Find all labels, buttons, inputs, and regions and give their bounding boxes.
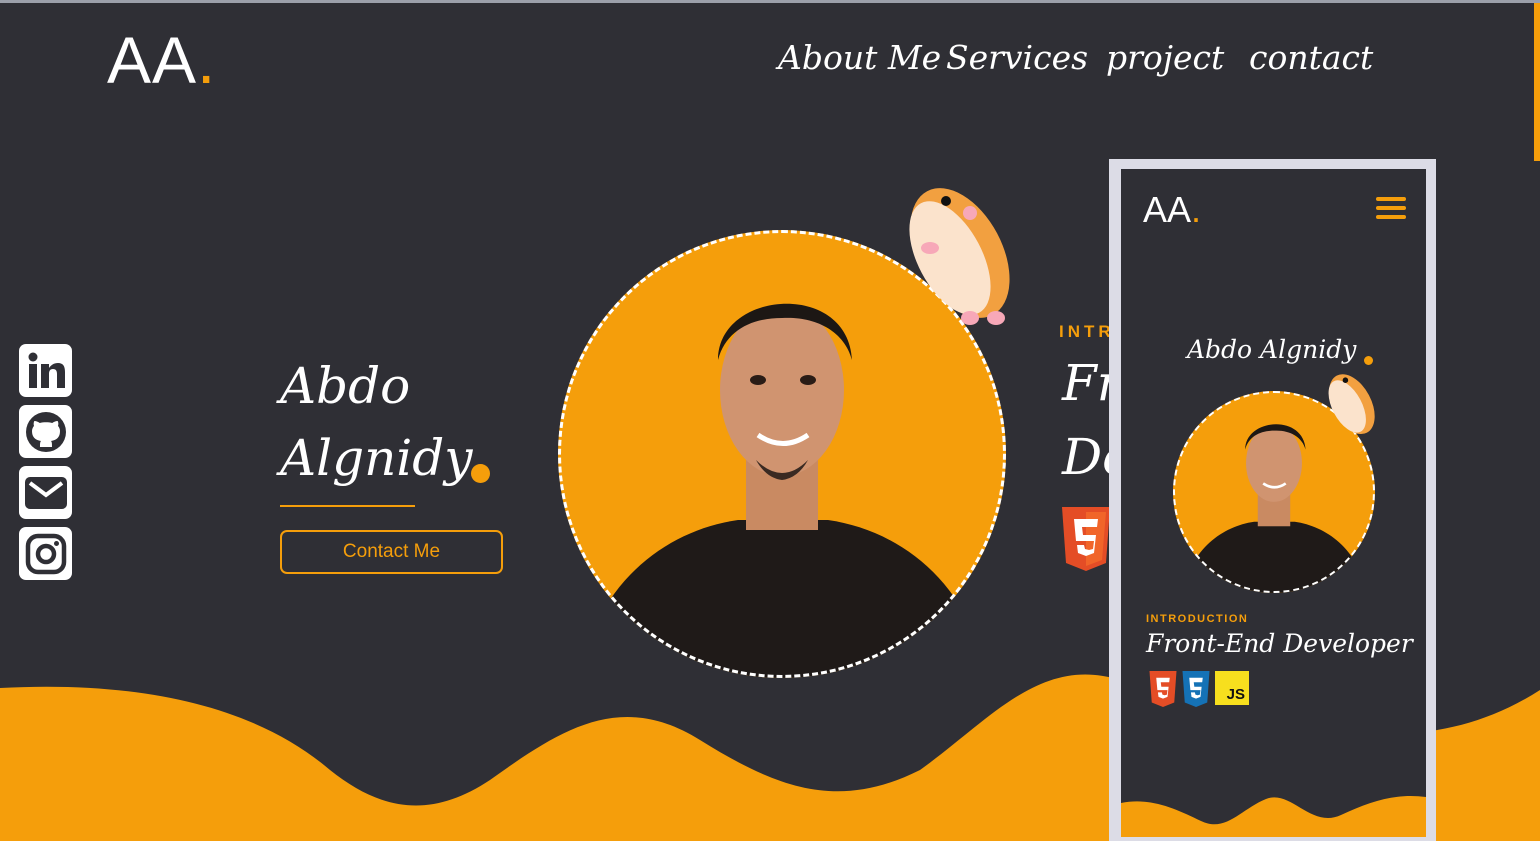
js-icon: JS [1215, 671, 1249, 705]
hero-last-name: Algnidy [280, 429, 473, 487]
social-links [19, 344, 73, 588]
nav-contact[interactable]: contact [1249, 38, 1373, 77]
window-top-border [0, 0, 1540, 3]
logo-text: AA [107, 23, 198, 97]
name-underline [280, 505, 415, 507]
mobile-preview-frame: AA. Abdo Algnidy INTRODUCTION Front-End … [1109, 159, 1436, 841]
intro-label: INTR [1059, 322, 1115, 341]
nav-project[interactable]: project [1106, 38, 1224, 77]
instagram-icon[interactable] [19, 527, 72, 580]
mobile-screen: AA. Abdo Algnidy INTRODUCTION Front-End … [1121, 169, 1426, 837]
hamster-illustration [909, 188, 1010, 325]
css3-icon [1182, 671, 1210, 707]
html5-icon [1062, 507, 1110, 571]
mobile-intro-title: Front-End Developer [1146, 629, 1413, 658]
logo-dot: . [197, 23, 217, 97]
mobile-hamster-illustration [1328, 374, 1375, 435]
mobile-name: Abdo Algnidy [1187, 335, 1357, 364]
linkedin-icon[interactable] [19, 344, 72, 397]
contact-me-button[interactable]: Contact Me [280, 530, 503, 574]
mail-icon[interactable] [19, 466, 72, 519]
nav-about-me[interactable]: About Me [778, 38, 941, 77]
html5-icon [1149, 671, 1177, 707]
mobile-logo-dot: . [1191, 189, 1202, 230]
github-icon[interactable] [19, 405, 72, 458]
mobile-logo[interactable]: AA. [1143, 189, 1201, 231]
name-accent-dot [471, 464, 490, 483]
hero-name: Abdo Algnidy [280, 350, 473, 494]
hero-first-name: Abdo [280, 357, 411, 415]
mobile-logo-text: AA [1143, 189, 1192, 230]
mobile-intro-label: INTRODUCTION [1146, 613, 1249, 625]
scroll-indicator[interactable] [1534, 3, 1540, 161]
mobile-name-dot [1364, 356, 1373, 365]
mobile-bottom-wave [1121, 795, 1426, 837]
hamburger-menu-icon[interactable] [1376, 197, 1406, 223]
site-logo[interactable]: AA. [107, 22, 216, 98]
nav-services[interactable]: Services [946, 38, 1088, 77]
tech-badges: JS [1149, 671, 1249, 707]
